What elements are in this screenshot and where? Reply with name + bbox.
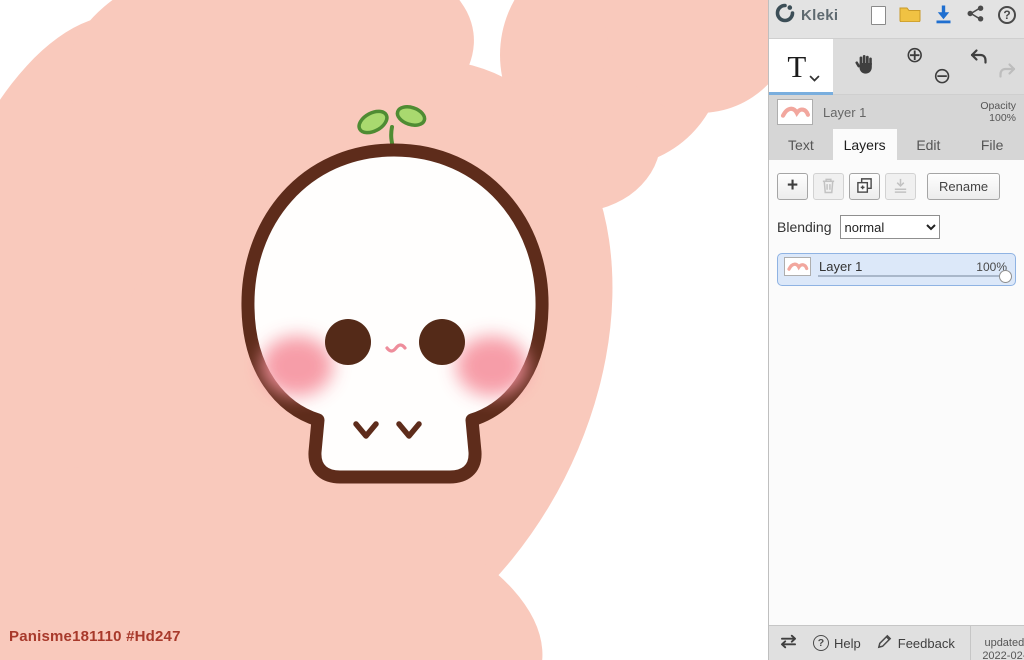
help-label: Help — [834, 635, 861, 651]
save-button[interactable] — [934, 4, 953, 27]
current-layer-name: Layer 1 — [823, 104, 867, 120]
feedback-button[interactable]: Feedback — [876, 633, 955, 653]
kleki-app: Panisme181110 #Hd247 Kleki ? T ⊕ ⊖ Layer… — [0, 0, 1024, 660]
delete-layer-button[interactable] — [813, 173, 844, 200]
hand-tool-button[interactable] — [833, 39, 897, 94]
layer-thumbnail — [784, 257, 811, 276]
feedback-label: Feedback — [897, 635, 955, 651]
history-tile — [960, 39, 1024, 94]
help-bottom-button[interactable]: ? Help — [813, 635, 861, 651]
current-layer-status: Layer 1 Opacity 100% — [769, 95, 1024, 129]
tool-row: T ⊕ ⊖ — [769, 38, 1024, 95]
layer-name: Layer 1 — [819, 259, 863, 274]
rename-layer-button[interactable]: Rename — [927, 173, 1001, 200]
merge-layer-button[interactable] — [885, 173, 916, 200]
kleki-logo-icon — [775, 3, 795, 28]
add-layer-button[interactable]: + — [777, 173, 808, 200]
layer-buttons-row: + Rename — [777, 173, 1016, 200]
open-file-button[interactable] — [899, 5, 921, 25]
help-button[interactable]: ? — [998, 6, 1016, 24]
topbar: Kleki ? — [769, 0, 1024, 30]
swap-arrows-icon — [779, 634, 798, 652]
blending-label: Blending — [777, 219, 832, 235]
layer-opacity-track — [818, 275, 1005, 277]
blending-row: Blending normal — [777, 215, 1016, 239]
zoom-tile: ⊕ ⊖ — [897, 39, 961, 94]
chevron-down-icon — [809, 69, 820, 87]
tab-layers[interactable]: Layers — [832, 129, 897, 160]
zoom-out-button[interactable]: ⊖ — [933, 66, 951, 88]
share-icon — [966, 4, 985, 26]
layer-opacity-slider[interactable] — [999, 270, 1012, 283]
tab-edit[interactable]: Edit — [897, 129, 961, 160]
app-title: Kleki — [801, 6, 839, 24]
tab-file[interactable]: File — [960, 129, 1024, 160]
layers-panel: + Rename Blending normal Layer 1 100% — [769, 160, 1024, 625]
bottombar: ? Help Feedback updated 2022-02-20 — [769, 625, 1024, 660]
canvas-artwork — [0, 0, 768, 660]
opacity-value: 100% — [989, 112, 1016, 124]
folder-icon — [899, 5, 921, 25]
updated-info: updated 2022-02-20 — [969, 626, 1024, 660]
trash-icon — [821, 177, 836, 197]
tab-text[interactable]: Text — [769, 129, 833, 160]
undo-button[interactable] — [969, 47, 989, 72]
drawing-canvas[interactable]: Panisme181110 #Hd247 — [0, 0, 768, 660]
blending-select[interactable]: normal — [839, 215, 940, 239]
updated-date: 2022-02-20 — [982, 649, 1024, 660]
download-icon — [934, 4, 953, 27]
merge-down-icon — [892, 177, 909, 197]
canvas-signature: Panisme181110 #Hd247 — [9, 628, 181, 645]
opacity-label: Opacity — [980, 100, 1016, 112]
redo-button[interactable] — [997, 61, 1017, 86]
hand-icon — [853, 52, 877, 81]
opacity-readout: Opacity 100% — [980, 100, 1016, 124]
help-icon: ? — [998, 6, 1016, 24]
layer-row[interactable]: Layer 1 100% — [777, 253, 1016, 286]
sidebar: Kleki ? T ⊕ ⊖ Layer 1 Opacity 100% Text … — [768, 0, 1024, 660]
feedback-pen-icon — [876, 633, 893, 653]
new-file-icon — [871, 5, 886, 25]
text-tool-button[interactable]: T — [769, 39, 833, 95]
zoom-in-button[interactable]: ⊕ — [906, 45, 924, 67]
panel-tabs: Text Layers Edit File — [769, 129, 1024, 160]
new-image-button[interactable] — [871, 5, 886, 25]
text-tool-label: T — [787, 48, 807, 84]
duplicate-layer-button[interactable] — [849, 173, 880, 200]
share-button[interactable] — [966, 4, 985, 26]
duplicate-icon — [856, 177, 873, 197]
current-layer-thumbnail[interactable] — [777, 99, 813, 125]
swap-arrows-button[interactable] — [779, 634, 798, 652]
help-circle-icon: ? — [813, 635, 829, 651]
updated-label: updated — [984, 636, 1024, 649]
